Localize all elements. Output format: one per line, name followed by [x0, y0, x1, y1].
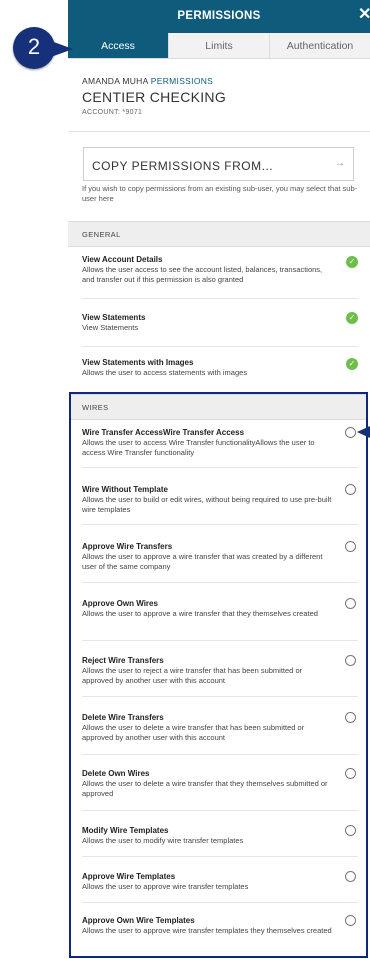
copy-permissions-select[interactable]: COPY PERMISSIONS FROM... → [83, 147, 354, 181]
permission-row[interactable]: View Statements with Images Allows the u… [82, 357, 358, 387]
step-badge: 2 [13, 27, 73, 69]
wires-section-highlight [69, 392, 368, 958]
permission-title: View Statements [82, 313, 146, 322]
copy-permissions-label: COPY PERMISSIONS FROM... [92, 159, 274, 173]
account-number: ACCOUNT: *9071 [82, 109, 143, 116]
user-permissions-heading: AMANDA MUHA PERMISSIONS [82, 76, 213, 86]
permission-row[interactable]: View Account Details Allows the user acc… [82, 254, 358, 299]
tab-access[interactable]: Access [68, 33, 168, 58]
permission-title: View Account Details [82, 255, 163, 264]
copy-permissions-help: If you wish to copy permissions from an … [82, 184, 358, 203]
permissions-label: PERMISSIONS [150, 76, 214, 86]
permission-row[interactable]: View Statements View Statements ✓ [82, 312, 358, 347]
user-name: AMANDA MUHA [82, 76, 149, 86]
checkmark-icon[interactable]: ✓ [346, 312, 358, 324]
step-number: 2 [27, 34, 41, 59]
permission-description: Allows the user access to see the accoun… [82, 265, 323, 284]
panel-title: PERMISSIONS [177, 10, 261, 22]
permission-description: View Statements [82, 323, 139, 332]
tab-bar: Access Limits Authentication [68, 33, 370, 59]
tab-authentication[interactable]: Authentication [269, 33, 370, 58]
checkmark-icon[interactable]: ✓ [346, 358, 358, 370]
permission-description: Allows the user to access statements wit… [82, 368, 248, 377]
permission-title: View Statements with Images [82, 358, 194, 367]
account-name: CENTIER CHECKING [82, 89, 227, 105]
arrow-right-icon: → [335, 158, 345, 169]
tab-limits[interactable]: Limits [168, 33, 269, 58]
divider [68, 131, 370, 132]
annotation-pointer-icon [357, 426, 370, 438]
close-icon[interactable]: ✕ [358, 5, 370, 25]
panel-header: PERMISSIONS ✕ [68, 0, 370, 33]
section-title: GENERAL [82, 230, 121, 239]
section-header-general: GENERAL [68, 221, 370, 247]
checkmark-icon[interactable]: ✓ [346, 256, 358, 268]
